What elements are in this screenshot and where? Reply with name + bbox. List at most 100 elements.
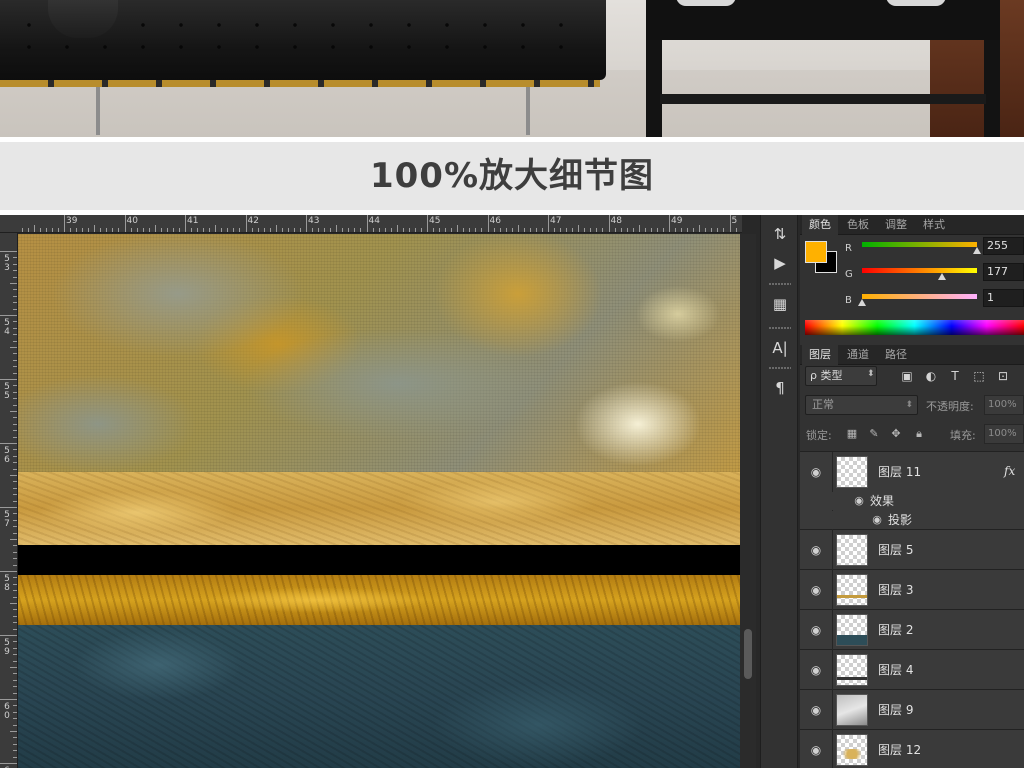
layer-row[interactable]: ◉ 图层 12 — [800, 730, 1024, 768]
channel-g-label: G — [845, 269, 853, 280]
dark-gold-foil-stripe — [18, 575, 740, 625]
scrollbar-thumb[interactable] — [744, 629, 752, 679]
color-spectrum-bar[interactable] — [805, 320, 1024, 335]
fill-field[interactable]: 100% — [984, 424, 1024, 444]
layer-row[interactable]: ◉ 图层 11 fx ◉ 效果 ◉ 投影 — [800, 452, 1024, 530]
ruler-tick — [13, 679, 17, 681]
ruler-tick — [13, 321, 17, 323]
ruler-tick — [94, 225, 96, 232]
type-filter-icon[interactable]: T — [947, 368, 963, 384]
ruler-tick — [390, 228, 392, 232]
lock-position-icon[interactable]: ✥ — [889, 427, 903, 441]
tab-色板[interactable]: 色板 — [840, 215, 876, 235]
channel-b-slider[interactable] — [862, 294, 977, 299]
layer-row-divider — [832, 690, 833, 730]
character-icon[interactable]: A| — [766, 335, 794, 361]
ruler-tick — [306, 215, 307, 232]
ruler-tick — [233, 228, 235, 232]
layer-row[interactable]: ◉ 图层 4 — [800, 650, 1024, 690]
effects-group-row[interactable]: ◉ 效果 — [800, 492, 1024, 510]
ruler-tick — [324, 228, 326, 232]
ruler-number: 59 — [4, 638, 10, 657]
layer-row[interactable]: ◉ 图层 2 — [800, 610, 1024, 650]
ruler-tick — [312, 228, 314, 232]
ruler-tick — [699, 225, 701, 232]
ruler-tick — [13, 276, 17, 278]
ruler-tick — [239, 228, 241, 232]
channel-r-slider[interactable] — [862, 242, 977, 247]
ruler-tick — [414, 228, 416, 232]
drop-shadow-effect-row[interactable]: ◉ 投影 — [800, 511, 1024, 529]
ruler-tick — [13, 622, 17, 624]
channel-b-value[interactable]: 1 — [983, 289, 1024, 307]
shape-filter-icon[interactable]: ⬚ — [971, 368, 987, 384]
ruler-tick — [13, 462, 17, 464]
3d-icon[interactable]: ▦ — [766, 291, 794, 317]
opacity-field[interactable]: 100% — [984, 395, 1024, 415]
history-icon[interactable]: ⇅ — [766, 221, 794, 247]
ruler-tick — [529, 228, 531, 232]
ruler-tick — [136, 228, 138, 232]
layer-name: 图层 11 — [878, 465, 922, 479]
ruler-tick — [130, 228, 132, 232]
ruler-tick — [10, 539, 17, 540]
horizontal-ruler[interactable]: 39 40 41 42 43 44 45 46 47 48 49 5 — [0, 215, 742, 233]
tab-颜色[interactable]: 颜色 — [802, 215, 838, 235]
lock-all-icon[interactable]: 🔒︎ — [912, 427, 926, 441]
visibility-eye-icon[interactable]: ◉ — [808, 702, 824, 718]
document-canvas[interactable] — [18, 234, 740, 768]
vertical-ruler[interactable]: 535455565758596061 — [0, 233, 18, 768]
tab-通道[interactable]: 通道 — [840, 345, 876, 365]
slider-knob[interactable] — [973, 247, 981, 254]
ruler-tick — [711, 228, 713, 232]
lock-transparent-pixels-icon[interactable]: ▦ — [845, 427, 859, 441]
ruler-tick — [626, 228, 628, 232]
ruler-tick — [687, 228, 689, 232]
ruler-number: 53 — [4, 254, 10, 273]
foreground-color-swatch[interactable] — [805, 241, 827, 263]
slider-knob[interactable] — [937, 273, 946, 280]
ruler-tick — [106, 228, 108, 232]
channel-r-value[interactable]: 255 — [983, 237, 1024, 255]
lock-image-pixels-icon[interactable]: ✎ — [867, 427, 881, 441]
play-icon[interactable]: ▶ — [766, 250, 794, 276]
paragraph-icon[interactable]: ¶ — [766, 375, 794, 401]
ruler-tick — [287, 228, 289, 232]
blend-mode-select[interactable]: 正常 ⬍ — [805, 395, 918, 415]
slider-knob[interactable] — [858, 299, 867, 306]
ruler-tick — [596, 228, 598, 232]
visibility-eye-icon[interactable]: ◉ — [808, 464, 824, 480]
ruler-tick — [13, 417, 17, 419]
effect-visibility-eye-icon[interactable]: ◉ — [870, 513, 884, 527]
tab-路径[interactable]: 路径 — [878, 345, 914, 365]
image-filter-icon[interactable]: ▣ — [899, 368, 915, 384]
channel-g-slider[interactable] — [862, 268, 977, 273]
ruler-tick — [366, 215, 368, 232]
visibility-eye-icon[interactable]: ◉ — [808, 542, 824, 558]
ruler-number: 48 — [610, 216, 622, 226]
tab-样式[interactable]: 样式 — [916, 215, 952, 235]
visibility-eye-icon[interactable]: ◉ — [808, 662, 824, 678]
ruler-tick — [0, 635, 17, 636]
tab-图层[interactable]: 图层 — [802, 345, 838, 365]
tool-separator — [769, 283, 791, 285]
channel-g-value[interactable]: 177 — [983, 263, 1024, 281]
smart-object-filter-icon[interactable]: ⊡ — [995, 368, 1011, 384]
layer-row[interactable]: ◉ 图层 9 — [800, 690, 1024, 730]
effect-visibility-eye-icon[interactable]: ◉ — [852, 494, 866, 508]
ruler-tick — [408, 228, 410, 232]
visibility-eye-icon[interactable]: ◉ — [808, 742, 824, 758]
visibility-eye-icon[interactable]: ◉ — [808, 622, 824, 638]
layer-row[interactable]: ◉ 图层 3 — [800, 570, 1024, 610]
ruler-tick — [13, 577, 17, 579]
ruler-tick — [166, 228, 168, 232]
layer-row[interactable]: ◉ 图层 5 — [800, 530, 1024, 570]
tab-调整[interactable]: 调整 — [878, 215, 914, 235]
vertical-scrollbar[interactable] — [740, 234, 756, 768]
layer-thumbnail — [836, 534, 868, 566]
adjustment-filter-icon[interactable]: ◐ — [923, 368, 939, 384]
layer-effects-fx-icon[interactable]: fx — [1004, 464, 1015, 478]
ruler-tick — [0, 315, 17, 316]
ruler-tick — [172, 228, 174, 232]
visibility-eye-icon[interactable]: ◉ — [808, 582, 824, 598]
